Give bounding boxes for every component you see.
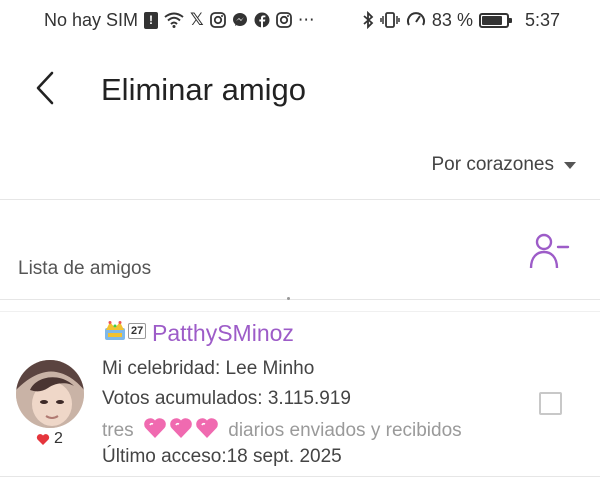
last-access-line: Último acceso:18 sept. 2025 bbox=[102, 446, 342, 467]
status-right: 83 % 5:37 bbox=[362, 0, 560, 40]
sort-dropdown[interactable]: Por corazones bbox=[431, 154, 576, 176]
more-notifications-icon: ⋯ bbox=[297, 10, 315, 29]
instagram-icon bbox=[209, 12, 226, 28]
status-bar: No hay SIM ! 𝕏 ⋯ 83 % 5:37 bbox=[0, 0, 600, 40]
carrier-text: No hay SIM bbox=[44, 9, 139, 30]
level-badge: 27 bbox=[104, 320, 147, 342]
select-checkbox[interactable] bbox=[539, 392, 562, 415]
header: Eliminar amigo bbox=[0, 60, 600, 120]
votes-line: Votos acumulados: 3.115.919 bbox=[102, 388, 351, 409]
status-time: 5:37 bbox=[524, 9, 560, 30]
friends-list-label: Lista de amigos bbox=[18, 258, 152, 279]
celebrity-line: Mi celebridad: Lee Minho bbox=[102, 358, 315, 379]
sort-label: Por corazones bbox=[431, 154, 554, 175]
vibrate-icon bbox=[380, 12, 400, 28]
page-title: Eliminar amigo bbox=[101, 72, 307, 107]
wifi-icon bbox=[164, 12, 184, 28]
divider bbox=[0, 199, 600, 200]
battery-percent: 83 % bbox=[431, 9, 473, 30]
sim-alert-icon: ! bbox=[144, 11, 159, 29]
likes-count: 2 bbox=[36, 430, 63, 448]
divider bbox=[0, 299, 600, 300]
bluetooth-icon bbox=[363, 11, 374, 29]
level-number: 27 bbox=[128, 323, 147, 339]
pink-heart-icon bbox=[196, 418, 218, 438]
daily-suffix: diarios enviados y recibidos bbox=[228, 420, 462, 441]
battery-icon bbox=[478, 12, 512, 28]
crown-badge-icon bbox=[105, 321, 125, 340]
instagram-icon-2 bbox=[275, 12, 292, 28]
back-button[interactable] bbox=[30, 68, 60, 108]
messenger-icon bbox=[232, 13, 247, 26]
person-minus-icon[interactable] bbox=[528, 232, 570, 270]
daily-hearts-line: tres diarios enviados y recibidos bbox=[102, 417, 462, 442]
hearts-group bbox=[143, 417, 219, 439]
friend-list-item[interactable]: 2 27 PatthySMinoz Mi celebridad: Lee Min… bbox=[0, 312, 600, 477]
caret-down-icon bbox=[564, 161, 576, 169]
avatar[interactable] bbox=[16, 360, 84, 428]
heart-icon bbox=[36, 433, 50, 445]
chevron-left-icon bbox=[36, 71, 54, 105]
status-left: No hay SIM ! 𝕏 ⋯ bbox=[44, 10, 315, 31]
pink-heart-icon bbox=[144, 418, 166, 438]
daily-prefix: tres bbox=[102, 420, 134, 441]
facebook-icon bbox=[254, 12, 270, 28]
friend-name[interactable]: PatthySMinoz bbox=[152, 320, 294, 347]
speedometer-icon bbox=[406, 12, 425, 26]
scroll-indicator bbox=[287, 297, 290, 300]
x-app-icon: 𝕏 bbox=[190, 10, 204, 29]
pink-heart-icon bbox=[170, 418, 192, 438]
divider bbox=[0, 476, 600, 477]
likes-value: 2 bbox=[54, 430, 63, 447]
